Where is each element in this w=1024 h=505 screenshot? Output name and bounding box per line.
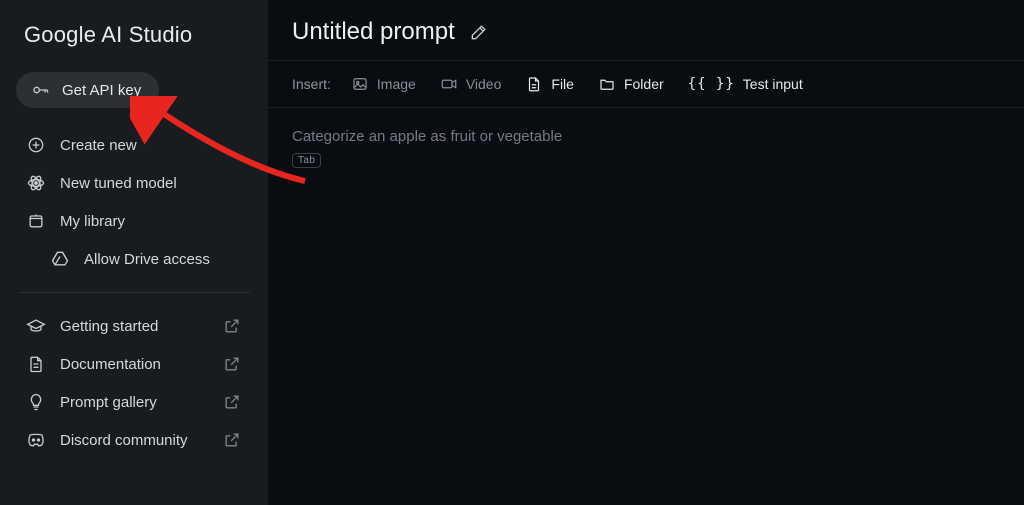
prompt-editor[interactable]: Categorize an apple as fruit or vegetabl…: [268, 108, 1024, 505]
insert-image-button[interactable]: Image: [351, 75, 416, 93]
sidebar-item-label: Create new: [60, 137, 137, 154]
sidebar-divider: [18, 292, 250, 293]
insert-file-button[interactable]: File: [525, 75, 574, 93]
app-logo: Google AI Studio: [16, 18, 252, 72]
image-icon: [351, 75, 369, 93]
graduation-cap-icon: [26, 316, 46, 336]
plus-circle-icon: [26, 135, 46, 155]
sidebar-item-prompt-gallery[interactable]: Prompt gallery: [16, 383, 252, 421]
insert-video-button[interactable]: Video: [440, 75, 502, 93]
insert-label: Insert:: [292, 76, 331, 92]
sidebar-item-label: Discord community: [60, 432, 188, 449]
discord-icon: [26, 430, 46, 450]
sidebar-item-label: Documentation: [60, 356, 161, 373]
tool-label: Image: [377, 76, 416, 92]
external-link-icon: [222, 430, 242, 450]
sidebar-item-my-library[interactable]: My library: [16, 202, 252, 240]
sidebar-item-create-new[interactable]: Create new: [16, 126, 252, 164]
document-icon: [26, 354, 46, 374]
insert-toolbar: Insert: Image Video File Folder: [268, 60, 1024, 108]
video-icon: [440, 75, 458, 93]
drive-icon: [50, 249, 70, 269]
external-link-icon: [222, 354, 242, 374]
external-link-icon: [222, 316, 242, 336]
folder-icon: [598, 75, 616, 93]
sidebar-item-label: My library: [60, 213, 125, 230]
edit-title-button[interactable]: [469, 22, 489, 42]
insert-folder-button[interactable]: Folder: [598, 75, 664, 93]
sidebar-item-label: Getting started: [60, 318, 158, 335]
external-link-icon: [222, 392, 242, 412]
atom-icon: [26, 173, 46, 193]
file-icon: [525, 75, 543, 93]
sidebar: Google AI Studio Get API key Create new …: [0, 0, 268, 505]
sidebar-item-allow-drive-access[interactable]: Allow Drive access: [16, 240, 252, 278]
sidebar-item-getting-started[interactable]: Getting started: [16, 307, 252, 345]
sidebar-item-label: Allow Drive access: [84, 251, 210, 268]
prompt-title: Untitled prompt: [292, 18, 455, 46]
library-icon: [26, 211, 46, 231]
lightbulb-icon: [26, 392, 46, 412]
tab-hint-chip: Tab: [292, 153, 321, 168]
sidebar-item-new-tuned-model[interactable]: New tuned model: [16, 164, 252, 202]
sidebar-item-label: Prompt gallery: [60, 394, 157, 411]
get-api-key-label: Get API key: [62, 82, 141, 99]
title-row: Untitled prompt: [268, 0, 1024, 60]
key-icon: [30, 80, 50, 100]
braces-icon: {{ }}: [688, 76, 735, 92]
sidebar-item-documentation[interactable]: Documentation: [16, 345, 252, 383]
sidebar-item-discord[interactable]: Discord community: [16, 421, 252, 459]
get-api-key-button[interactable]: Get API key: [16, 72, 159, 108]
tool-label: Folder: [624, 76, 664, 92]
tool-label: File: [551, 76, 574, 92]
tool-label: Video: [466, 76, 502, 92]
prompt-placeholder: Categorize an apple as fruit or vegetabl…: [292, 128, 1000, 145]
insert-test-input-button[interactable]: {{ }} Test input: [688, 76, 803, 92]
tool-label: Test input: [743, 76, 803, 92]
sidebar-item-label: New tuned model: [60, 175, 177, 192]
main-panel: Untitled prompt Insert: Image Video File: [268, 0, 1024, 505]
